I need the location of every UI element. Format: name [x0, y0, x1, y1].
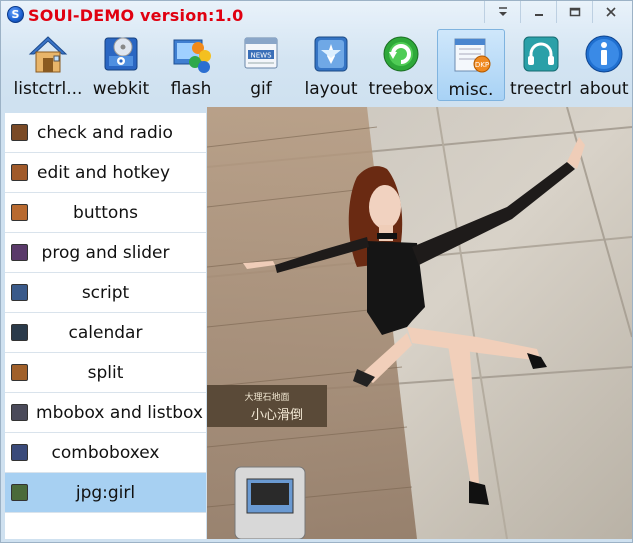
flash-icon [173, 39, 211, 73]
tab-misc[interactable]: DKP misc. [437, 29, 505, 101]
image-view: 大理石地面 小心滑倒 [207, 107, 632, 539]
app-logo-letter: S [11, 8, 20, 21]
tab-treectrl[interactable]: treectrl [507, 29, 575, 101]
menu-button[interactable] [484, 1, 520, 23]
tab-label: treectrl [510, 79, 572, 99]
house-icon [28, 36, 68, 73]
caption-buttons [484, 1, 628, 25]
layout-icon [314, 36, 348, 72]
tab-flash[interactable]: flash [157, 29, 225, 101]
photo-image: 大理石地面 小心滑倒 [207, 107, 632, 539]
list-item-label: prog and slider [41, 242, 170, 263]
info-icon [585, 35, 623, 73]
list-item-label: calendar [68, 322, 143, 343]
sign-top-text: 大理石地面 [244, 391, 289, 403]
tab-label: layout [304, 79, 358, 99]
maximize-icon [569, 7, 580, 17]
svg-text:NEWS: NEWS [250, 52, 272, 60]
close-button[interactable] [592, 1, 628, 23]
list-item-label: script [81, 282, 130, 303]
svg-text:DKP: DKP [475, 61, 489, 69]
maximize-button[interactable] [556, 1, 592, 23]
list-item-split[interactable]: split [5, 353, 206, 393]
list-item-jpg-girl[interactable]: jpg:girl [5, 473, 206, 513]
tab-label: webkit [92, 79, 150, 99]
tab-layout[interactable]: layout [297, 29, 365, 101]
tab-label: about [579, 79, 629, 99]
tab-label: misc. [448, 80, 494, 100]
list-item-check-and-radio[interactable]: check and radio [5, 113, 206, 153]
list-item-label: check and radio [37, 122, 173, 143]
headphones-icon [523, 36, 559, 72]
list-item-buttons[interactable]: buttons [5, 193, 206, 233]
window-title: SOUI-DEMO version:1.0 [28, 6, 244, 25]
main-toolbar: listctrl... webkit flash NEWS gif layout… [1, 29, 632, 101]
minimize-icon [534, 14, 543, 16]
tab-treebox[interactable]: treebox [367, 29, 435, 101]
tab-label: listctrl... [13, 79, 83, 99]
list-item-edit-and-hotkey[interactable]: edit and hotkey [5, 153, 206, 193]
sign-text: 小心滑倒 [251, 408, 303, 423]
tab-label: gif [250, 79, 272, 99]
webkit-disc-icon [104, 37, 138, 71]
list-item-label: split [87, 362, 124, 383]
tab-about[interactable]: about [570, 29, 632, 101]
list-item-label: comboboxex [51, 442, 160, 463]
list-item-combobox-and-listbox[interactable]: mbobox and listbox [5, 393, 206, 433]
tab-listctrl[interactable]: listctrl... [14, 29, 82, 101]
tab-label: flash [170, 79, 212, 99]
refresh-globe-icon [383, 36, 419, 72]
main-window: S SOUI-DEMO version:1.0 listctrl... webk… [0, 0, 633, 543]
close-icon [605, 7, 616, 17]
list-item-label: jpg:girl [75, 482, 136, 503]
demo-list[interactable]: check and radio edit and hotkey buttons … [5, 113, 206, 539]
title-bar[interactable]: S SOUI-DEMO version:1.0 [1, 1, 632, 27]
news-icon: NEWS [244, 37, 278, 69]
list-item-label: buttons [73, 202, 138, 223]
list-item-calendar[interactable]: calendar [5, 313, 206, 353]
list-item-comboboxex[interactable]: comboboxex [5, 433, 206, 473]
list-item-prog-and-slider[interactable]: prog and slider [5, 233, 206, 273]
misc-calendar-icon: DKP [454, 38, 491, 73]
tab-gif[interactable]: NEWS gif [227, 29, 295, 101]
menu-arrow-icon [498, 7, 507, 16]
list-item-label: mbobox and listbox [36, 402, 203, 423]
minimize-button[interactable] [520, 1, 556, 23]
tab-label: treebox [368, 79, 434, 99]
list-item-script[interactable]: script [5, 273, 206, 313]
list-item-label: edit and hotkey [37, 162, 171, 183]
app-logo-icon: S [7, 6, 24, 23]
tab-webkit[interactable]: webkit [87, 29, 155, 101]
